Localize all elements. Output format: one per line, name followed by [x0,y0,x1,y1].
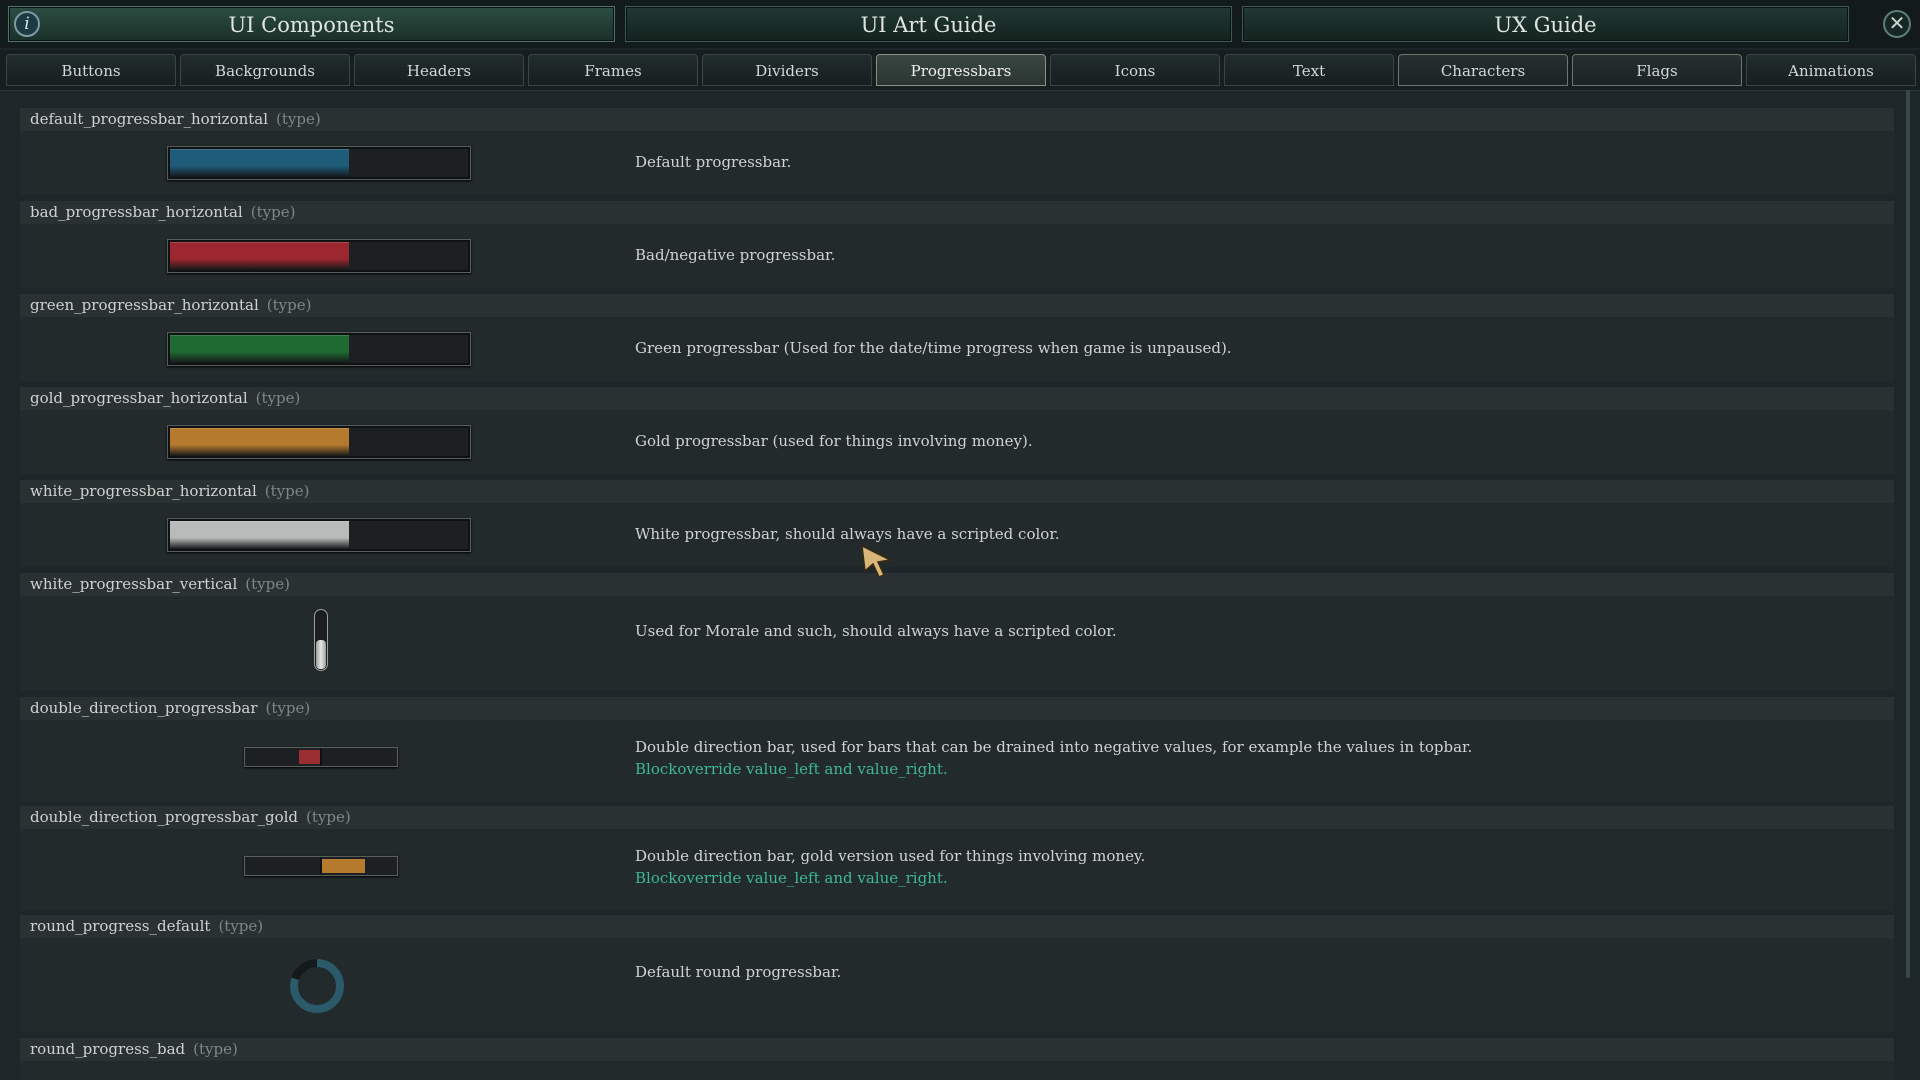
entry-description: Bad/negative progressbar. [635,246,836,264]
entry-type: (type) [264,482,310,500]
top-bar: i UI Components UI Art Guide UX Guide ✕ [0,0,1920,48]
description-highlight: Blockoverride value_left and value_right… [635,760,948,778]
entry-body [20,1061,1894,1080]
entry-type: (type) [306,808,351,826]
center-divider [320,748,322,766]
progress-fill [299,750,321,764]
entry-name: default_progressbar_horizontal [30,110,269,128]
tab-icons[interactable]: Icons [1050,54,1220,86]
tab-frames[interactable]: Frames [528,54,698,86]
tab-text[interactable]: Text [1224,54,1394,86]
entry-description: Used for Morale and such, should always … [635,622,1117,640]
tab-buttons[interactable]: Buttons [6,54,176,86]
double-direction-gold-progressbar [244,856,398,876]
description-highlight: Blockoverride value_left and value_right… [635,869,948,887]
entry-header: default_progressbar_horizontal (type) [20,108,1894,131]
green-progressbar [167,332,471,366]
round-progressbar [290,959,344,1013]
description-text: Double direction bar, used for bars that… [635,738,1473,756]
white-vertical-progressbar [314,609,328,671]
entry-description: Green progressbar (Used for the date/tim… [635,339,1232,357]
entry-header: round_progress_bad (type) [20,1038,1894,1061]
progress-fill [170,335,349,363]
entry-header: green_progressbar_horizontal (type) [20,294,1894,317]
entry-name: double_direction_progressbar_gold [30,808,299,826]
close-icon[interactable]: ✕ [1883,10,1911,38]
entry-header: double_direction_progressbar (type) [20,697,1894,720]
entry-name: double_direction_progressbar [30,699,258,717]
progressbar-list: default_progressbar_horizontal (type) Def… [18,106,1896,1080]
entry-type: (type) [255,389,301,407]
scrollbar[interactable] [1906,90,1910,978]
entry-header: white_progressbar_vertical (type) [20,573,1894,596]
entry-header: double_direction_progressbar_gold (type) [20,806,1894,829]
entry-type: (type) [266,296,312,314]
tab-characters[interactable]: Characters [1398,54,1568,86]
entry-description: Double direction bar, gold version used … [635,847,1145,887]
entry-header: gold_progressbar_horizontal (type) [20,387,1894,410]
entry-type: (type) [218,917,264,935]
progress-fill [170,242,349,270]
entry-body: Double direction bar, used for bars that… [20,720,1894,802]
entry-type: (type) [193,1040,238,1058]
info-icon[interactable]: i [14,11,40,37]
entry-header: white_progressbar_horizontal (type) [20,480,1894,503]
progress-fill [170,521,349,549]
entry-body: White progressbar, should always have a … [20,503,1894,567]
description-text: Double direction bar, gold version used … [635,847,1146,865]
progress-fill [316,640,326,669]
entry-body: Gold progressbar (used for things involv… [20,410,1894,474]
center-divider [320,857,322,875]
tab-ux-guide[interactable]: UX Guide [1242,6,1849,42]
entry-type: (type) [250,203,296,221]
entry-body: Green progressbar (Used for the date/tim… [20,317,1894,381]
entry-name: white_progressbar_vertical [30,575,238,593]
sub-tab-bar: Buttons Backgrounds Headers Frames Divid… [0,50,1920,91]
arrow-cursor-icon [861,544,893,578]
double-direction-progressbar [244,747,398,767]
bad-progressbar [167,239,471,273]
tab-backgrounds[interactable]: Backgrounds [180,54,350,86]
entry-header: bad_progressbar_horizontal (type) [20,201,1894,224]
progress-fill [170,428,349,456]
entry-body: Double direction bar, gold version used … [20,829,1894,911]
entry-description: Default progressbar. [635,153,792,171]
progress-fill [321,859,365,873]
entry-body: Bad/negative progressbar. [20,224,1894,288]
progress-fill [170,149,349,177]
entry-type: (type) [265,699,311,717]
entry-type: (type) [245,575,290,593]
white-progressbar [167,518,471,552]
tab-headers[interactable]: Headers [354,54,524,86]
entry-type: (type) [276,110,321,128]
entry-body: Used for Morale and such, should always … [20,596,1894,691]
entry-name: gold_progressbar_horizontal [30,389,248,407]
entry-description: Gold progressbar (used for things involv… [635,432,1033,450]
entry-body: Default round progressbar. [20,938,1894,1032]
entry-description: Double direction bar, used for bars that… [635,738,1472,778]
entry-name: bad_progressbar_horizontal [30,203,243,221]
entry-name: round_progress_bad [30,1040,186,1058]
entry-description: White progressbar, should always have a … [635,525,1060,543]
entry-name: white_progressbar_horizontal [30,482,257,500]
tab-progressbars[interactable]: Progressbars [876,54,1046,86]
entry-body: Default progressbar. [20,131,1894,195]
entry-description: Default round progressbar. [635,963,842,981]
gold-progressbar [167,425,471,459]
tab-animations[interactable]: Animations [1746,54,1916,86]
tab-dividers[interactable]: Dividers [702,54,872,86]
default-progressbar [167,146,471,180]
entry-name: green_progressbar_horizontal [30,296,259,314]
tab-flags[interactable]: Flags [1572,54,1742,86]
tab-ui-art-guide[interactable]: UI Art Guide [625,6,1232,42]
entry-name: round_progress_default [30,917,211,935]
entry-header: round_progress_default (type) [20,915,1894,938]
tab-ui-components[interactable]: UI Components [8,6,615,42]
